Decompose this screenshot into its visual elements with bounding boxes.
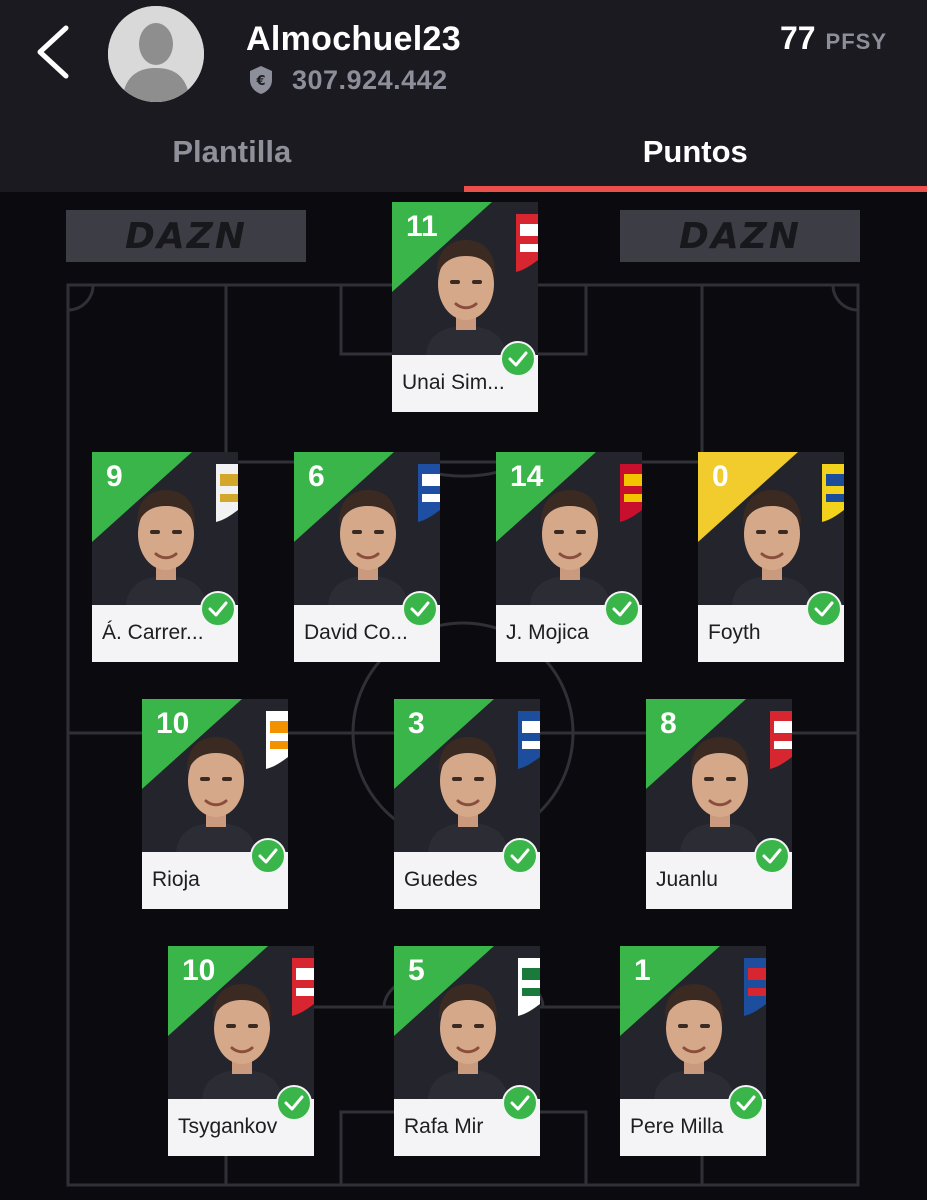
club-crest-icon (216, 464, 238, 522)
svg-text:€: € (255, 74, 265, 89)
tab-plantilla[interactable]: Plantilla (0, 112, 464, 192)
player-portrait-icon (426, 240, 506, 355)
player-card[interactable]: 10 Rioja (142, 699, 288, 909)
played-check-icon (276, 1085, 312, 1121)
euro-shield-icon: € (250, 66, 272, 94)
player-photo: 10 (168, 946, 314, 1099)
player-name: Unai Sim... (402, 371, 505, 394)
player-photo: 5 (394, 946, 540, 1099)
player-name: David Co... (304, 621, 408, 644)
played-check-icon (502, 1085, 538, 1121)
player-portrait-icon (428, 737, 508, 852)
club-crest-icon (516, 214, 538, 272)
user-avatar[interactable] (108, 6, 204, 102)
team-value: 307.924.442 (292, 64, 448, 95)
player-name: Rioja (152, 868, 200, 891)
club-crest-icon (518, 958, 540, 1016)
player-photo: 11 (392, 202, 538, 355)
player-card[interactable]: 10 Tsygankov (168, 946, 314, 1156)
player-name: Rafa Mir (404, 1115, 484, 1138)
player-card[interactable]: 5 Rafa Mir (394, 946, 540, 1156)
club-crest-icon (770, 711, 792, 769)
player-card[interactable]: 11 Unai Sim... (392, 202, 538, 412)
club-crest-icon (822, 464, 844, 522)
club-crest-icon (266, 711, 288, 769)
football-pitch: DAZN DAZN 11 Unai Sim... 9 Á. Carrer... … (0, 192, 927, 1200)
played-check-icon (250, 838, 286, 874)
player-card[interactable]: 6 David Co... (294, 452, 440, 662)
played-check-icon (200, 591, 236, 627)
played-check-icon (502, 838, 538, 874)
player-portrait-icon (530, 490, 610, 605)
total-points: 77 PFSY (780, 20, 887, 57)
club-crest-icon (292, 958, 314, 1016)
player-portrait-icon (176, 737, 256, 852)
player-card[interactable]: 8 Juanlu (646, 699, 792, 909)
player-name: Pere Milla (630, 1115, 724, 1138)
player-portrait-icon (680, 737, 760, 852)
sponsor-board-right: DAZN (620, 210, 860, 262)
played-check-icon (728, 1085, 764, 1121)
player-name: Juanlu (656, 868, 718, 891)
player-photo: 0 (698, 452, 844, 605)
chevron-left-icon (37, 25, 69, 79)
sponsor-logo-left: DAZN (125, 215, 247, 257)
player-portrait-icon (654, 984, 734, 1099)
tab-bar: Plantilla Puntos (0, 112, 927, 192)
player-name: J. Mojica (506, 621, 589, 644)
profile-header: Almochuel23 € 307.924.442 77 PFSY Planti… (0, 0, 927, 192)
total-points-value: 77 (779, 20, 816, 56)
player-photo: 8 (646, 699, 792, 852)
played-check-icon (500, 341, 536, 377)
player-photo: 3 (394, 699, 540, 852)
sponsor-board-left: DAZN (66, 210, 306, 262)
player-photo: 9 (92, 452, 238, 605)
sponsor-logo-right: DAZN (679, 215, 801, 257)
player-photo: 14 (496, 452, 642, 605)
player-card[interactable]: 1 Pere Milla (620, 946, 766, 1156)
club-crest-icon (744, 958, 766, 1016)
player-portrait-icon (428, 984, 508, 1099)
user-name: Almochuel23 (246, 20, 461, 58)
player-photo: 6 (294, 452, 440, 605)
player-portrait-icon (202, 984, 282, 1099)
total-points-unit: PFSY (825, 29, 887, 54)
played-check-icon (806, 591, 842, 627)
club-crest-icon (518, 711, 540, 769)
player-portrait-icon (732, 490, 812, 605)
player-portrait-icon (328, 490, 408, 605)
player-name: Tsygankov (178, 1115, 278, 1138)
player-photo: 1 (620, 946, 766, 1099)
played-check-icon (604, 591, 640, 627)
player-card[interactable]: 3 Guedes (394, 699, 540, 909)
player-name: Guedes (404, 868, 478, 891)
club-crest-icon (620, 464, 642, 522)
player-card[interactable]: 9 Á. Carrer... (92, 452, 238, 662)
club-crest-icon (418, 464, 440, 522)
user-avatar-placeholder-icon (108, 6, 204, 102)
player-card[interactable]: 0 Foyth (698, 452, 844, 662)
player-card[interactable]: 14 J. Mojica (496, 452, 642, 662)
player-portrait-icon (126, 490, 206, 605)
team-value-row: € 307.924.442 (248, 64, 448, 96)
played-check-icon (754, 838, 790, 874)
played-check-icon (402, 591, 438, 627)
player-photo: 10 (142, 699, 288, 852)
tab-puntos[interactable]: Puntos (463, 112, 927, 192)
back-button[interactable] (30, 22, 80, 82)
player-name: Á. Carrer... (102, 621, 204, 644)
player-name: Foyth (708, 621, 761, 644)
